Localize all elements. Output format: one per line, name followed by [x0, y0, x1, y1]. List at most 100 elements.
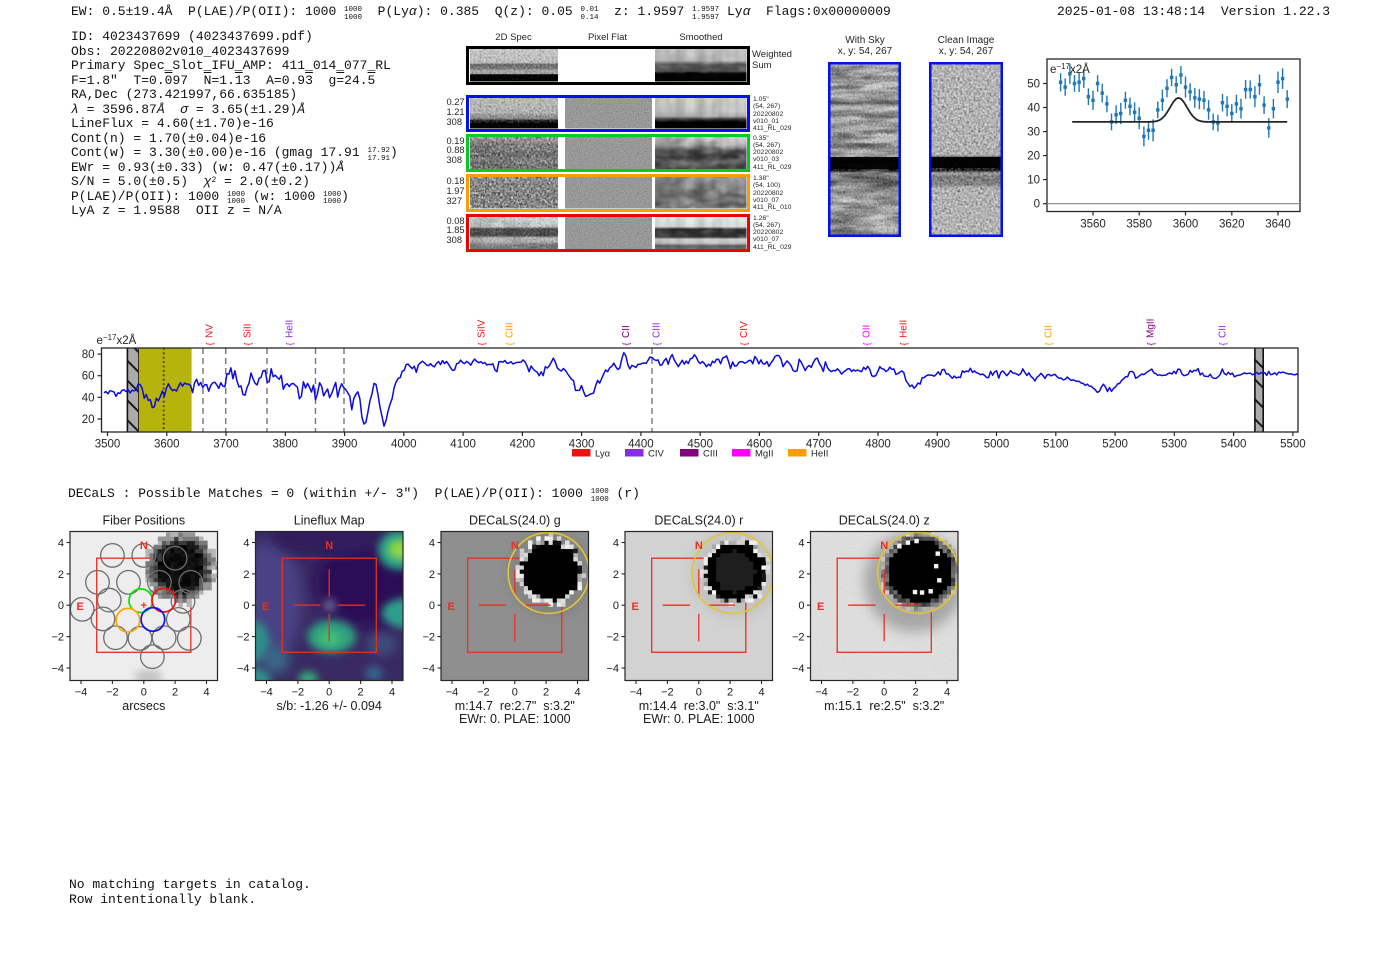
svg-text:4: 4: [574, 687, 580, 699]
svg-text:N: N: [325, 540, 333, 552]
svg-text:CII: CII: [1218, 325, 1229, 338]
svg-text:30: 30: [1027, 127, 1040, 139]
svg-text:HeII: HeII: [899, 320, 910, 338]
svg-text:2: 2: [913, 687, 919, 699]
svg-text:{: {: [243, 342, 253, 345]
svg-text:{: {: [505, 342, 515, 345]
svg-text:2: 2: [58, 569, 64, 581]
svg-text:N: N: [511, 540, 519, 552]
svg-text:0: 0: [512, 687, 518, 699]
svg-text:3700: 3700: [213, 439, 239, 451]
svg-text:40: 40: [1027, 103, 1040, 115]
svg-text:{: {: [621, 342, 631, 345]
svg-text:2: 2: [429, 569, 435, 581]
svg-text:4: 4: [203, 687, 209, 699]
svg-text:−2: −2: [292, 687, 305, 699]
svg-text:E: E: [448, 601, 455, 613]
svg-text:EWr: 0. PLAE: 1000: EWr: 0. PLAE: 1000: [459, 712, 571, 726]
svg-text:−2: −2: [237, 632, 250, 644]
svg-text:DECaLS(24.0) g: DECaLS(24.0) g: [469, 514, 561, 528]
svg-text:80: 80: [82, 349, 95, 361]
svg-text:2: 2: [798, 569, 804, 581]
svg-text:CIV: CIV: [648, 449, 665, 460]
svg-text:E: E: [77, 601, 84, 613]
svg-text:{: {: [285, 342, 295, 345]
svg-text:m:14.7 re:2.7" s:3.2": m:14.7 re:2.7" s:3.2": [455, 699, 575, 713]
svg-text:0: 0: [881, 687, 887, 699]
svg-text:3620: 3620: [1219, 219, 1245, 231]
svg-text:−2: −2: [606, 632, 619, 644]
svg-text:Lineflux Map: Lineflux Map: [294, 514, 365, 528]
svg-text:m:14.4 re:3.0" s:3.1": m:14.4 re:3.0" s:3.1": [639, 699, 759, 713]
svg-text:4000: 4000: [391, 439, 417, 451]
svg-text:−4: −4: [792, 663, 805, 675]
svg-text:0: 0: [696, 687, 702, 699]
svg-text:−2: −2: [51, 632, 64, 644]
svg-text:−4: −4: [630, 687, 643, 699]
svg-text:2: 2: [358, 687, 364, 699]
svg-text:CIII: CIII: [505, 322, 516, 338]
svg-text:0: 0: [243, 600, 249, 612]
svg-text:2: 2: [543, 687, 549, 699]
svg-text:5100: 5100: [1043, 439, 1069, 451]
svg-text:{: {: [739, 342, 749, 345]
svg-text:3560: 3560: [1080, 219, 1106, 231]
svg-text:{: {: [899, 342, 909, 345]
svg-text:EWr: 0. PLAE: 1000: EWr: 0. PLAE: 1000: [643, 712, 755, 726]
svg-text:CIII: CIII: [652, 322, 663, 338]
svg-text:2: 2: [727, 687, 733, 699]
svg-text:3600: 3600: [1173, 219, 1199, 231]
svg-text:5200: 5200: [1102, 439, 1128, 451]
svg-text:3900: 3900: [332, 439, 358, 451]
svg-text:0: 0: [798, 600, 804, 612]
svg-text:{: {: [1044, 342, 1054, 345]
svg-text:DECaLS(24.0) r: DECaLS(24.0) r: [654, 514, 743, 528]
svg-text:40: 40: [82, 392, 95, 404]
svg-text:4200: 4200: [510, 439, 536, 451]
svg-text:20: 20: [82, 414, 95, 426]
svg-text:4: 4: [389, 687, 395, 699]
svg-text:−2: −2: [477, 687, 490, 699]
svg-text:5300: 5300: [1162, 439, 1188, 451]
svg-text:4: 4: [243, 538, 249, 550]
svg-text:4: 4: [58, 538, 64, 550]
svg-text:OII: OII: [862, 325, 873, 338]
svg-text:50: 50: [1027, 79, 1040, 91]
svg-text:MgII: MgII: [755, 449, 773, 460]
svg-text:4: 4: [758, 687, 764, 699]
svg-text:E: E: [632, 601, 639, 613]
svg-text:SiII: SiII: [243, 324, 254, 338]
svg-text:NV: NV: [205, 324, 216, 338]
svg-text:N: N: [880, 540, 888, 552]
svg-text:s/b: -1.26 +/- 0.094: s/b: -1.26 +/- 0.094: [277, 699, 382, 713]
svg-text:E: E: [262, 601, 269, 613]
svg-text:5000: 5000: [984, 439, 1010, 451]
svg-text:e−17x2Å: e−17x2Å: [1050, 62, 1090, 76]
svg-text:−2: −2: [847, 687, 860, 699]
svg-text:SiIV: SiIV: [477, 319, 488, 338]
svg-text:0: 0: [58, 600, 64, 612]
svg-text:4100: 4100: [450, 439, 476, 451]
svg-text:2: 2: [243, 569, 249, 581]
svg-text:4: 4: [944, 687, 950, 699]
svg-text:0: 0: [613, 600, 619, 612]
svg-text:N: N: [140, 540, 148, 552]
svg-text:4: 4: [429, 538, 435, 550]
svg-text:{: {: [862, 342, 872, 345]
svg-text:CII: CII: [621, 325, 632, 338]
svg-text:−4: −4: [422, 663, 435, 675]
svg-text:{: {: [1218, 342, 1228, 345]
svg-text:3500: 3500: [95, 439, 121, 451]
svg-text:−4: −4: [260, 687, 273, 699]
svg-text:10: 10: [1027, 175, 1040, 187]
svg-text:3600: 3600: [154, 439, 180, 451]
svg-text:HeII: HeII: [285, 320, 296, 338]
svg-text:60: 60: [82, 371, 95, 383]
svg-text:m:15.1 re:2.5" s:3.2": m:15.1 re:2.5" s:3.2": [824, 699, 944, 713]
svg-text:4800: 4800: [865, 439, 891, 451]
svg-text:−4: −4: [75, 687, 88, 699]
svg-text:−2: −2: [422, 632, 435, 644]
svg-text:3580: 3580: [1126, 219, 1152, 231]
svg-text:e−17x2Å: e−17x2Å: [97, 333, 137, 347]
svg-text:CIII: CIII: [703, 449, 718, 460]
